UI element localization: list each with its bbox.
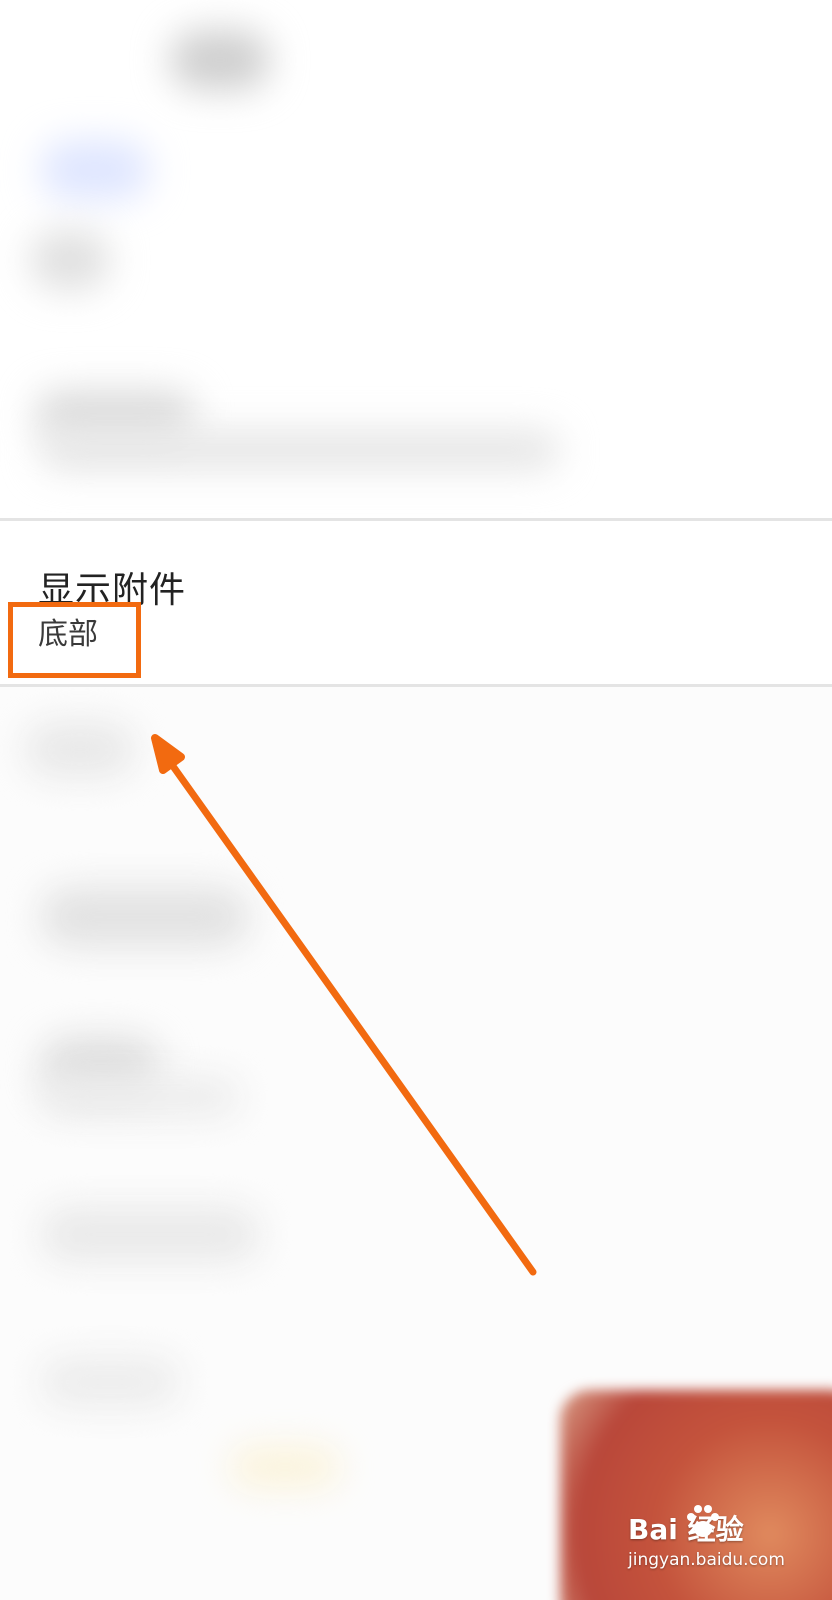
blurred-settings-top: [0, 0, 832, 518]
blurred-item: [230, 1447, 340, 1487]
blurred-item: [40, 887, 250, 947]
paw-icon: [687, 1505, 719, 1537]
baidu-jingyan-watermark: Bai 经验 jingyan.baidu.com: [628, 1505, 818, 1588]
blurred-item: [25, 722, 135, 777]
blurred-item: [170, 30, 270, 90]
watermark-url: jingyan.baidu.com: [628, 1550, 785, 1570]
blurred-item: [30, 230, 110, 290]
highlight-box: [8, 602, 141, 678]
blurred-item: [40, 1357, 180, 1407]
blurred-item: [40, 1207, 260, 1262]
blurred-item: [40, 430, 560, 470]
blurred-item: [40, 1077, 240, 1117]
blurred-item: [40, 140, 150, 200]
settings-screen: 显示附件 底部 Bai 经验 jingyan.baidu.com: [0, 0, 832, 1600]
